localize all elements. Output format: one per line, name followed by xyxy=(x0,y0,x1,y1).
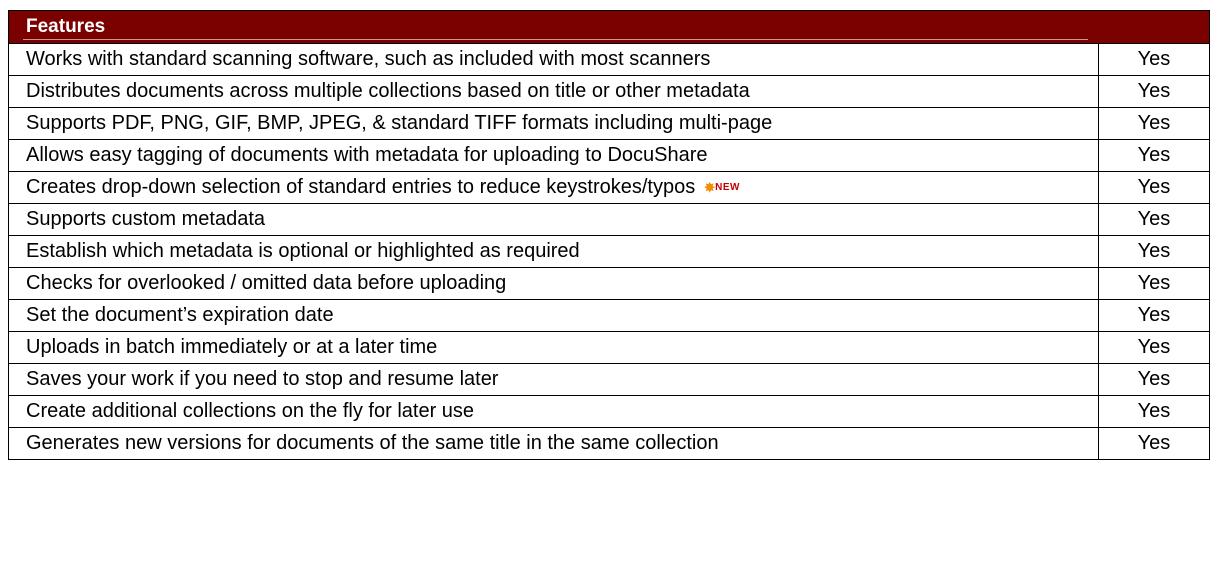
feature-cell: Set the document’s expiration date xyxy=(9,300,1099,331)
value-cell: Yes xyxy=(1137,176,1171,198)
table-row: Creates drop-down selection of standard … xyxy=(9,172,1209,204)
new-badge-label: NEW xyxy=(715,181,740,193)
feature-text: Distributes documents across multiple co… xyxy=(26,80,750,102)
table-row: Works with standard scanning software, s… xyxy=(9,44,1209,76)
table-row: Supports PDF, PNG, GIF, BMP, JPEG, & sta… xyxy=(9,108,1209,140)
new-badge: ✸ NEW xyxy=(704,179,740,195)
value-cell: Yes xyxy=(1137,336,1171,358)
feature-text: Supports PDF, PNG, GIF, BMP, JPEG, & sta… xyxy=(26,112,773,134)
table-row: Establish which metadata is optional or … xyxy=(9,236,1209,268)
value-cell: Yes xyxy=(1137,432,1171,454)
value-cell: Yes xyxy=(1137,400,1171,422)
feature-cell: Distributes documents across multiple co… xyxy=(9,76,1099,107)
feature-text: Creates drop-down selection of standard … xyxy=(26,176,696,198)
header-title: Features xyxy=(26,16,106,37)
feature-cell: Uploads in batch immediately or at a lat… xyxy=(9,332,1099,363)
header-divider xyxy=(23,39,1088,40)
starburst-icon: ✸ xyxy=(704,179,716,195)
feature-text: Supports custom metadata xyxy=(26,208,266,230)
value-cell: Yes xyxy=(1137,240,1171,262)
table-row: Allows easy tagging of documents with me… xyxy=(9,140,1209,172)
table-row: Generates new versions for documents of … xyxy=(9,428,1209,459)
value-cell: Yes xyxy=(1137,272,1171,294)
feature-text: Checks for overlooked / omitted data bef… xyxy=(26,272,507,294)
features-table: Features Works with standard scanning so… xyxy=(8,10,1210,460)
feature-cell: Supports custom metadata xyxy=(9,204,1099,235)
value-cell: Yes xyxy=(1137,48,1171,70)
value-cell: Yes xyxy=(1137,112,1171,134)
table-header: Features xyxy=(9,11,1209,44)
feature-cell: Create additional collections on the fly… xyxy=(9,396,1099,427)
feature-cell: Allows easy tagging of documents with me… xyxy=(9,140,1099,171)
table-row: Supports custom metadata Yes xyxy=(9,204,1209,236)
feature-cell: Supports PDF, PNG, GIF, BMP, JPEG, & sta… xyxy=(9,108,1099,139)
value-cell: Yes xyxy=(1137,304,1171,326)
feature-cell: Checks for overlooked / omitted data bef… xyxy=(9,268,1099,299)
table-row: Set the document’s expiration date Yes xyxy=(9,300,1209,332)
feature-text: Allows easy tagging of documents with me… xyxy=(26,144,708,166)
feature-cell: Saves your work if you need to stop and … xyxy=(9,364,1099,395)
value-cell: Yes xyxy=(1137,208,1171,230)
table-row: Uploads in batch immediately or at a lat… xyxy=(9,332,1209,364)
feature-text: Create additional collections on the fly… xyxy=(26,400,475,422)
feature-cell: Works with standard scanning software, s… xyxy=(9,44,1099,75)
feature-cell: Establish which metadata is optional or … xyxy=(9,236,1099,267)
feature-text: Saves your work if you need to stop and … xyxy=(26,368,499,390)
feature-text: Generates new versions for documents of … xyxy=(26,432,719,454)
feature-cell: Creates drop-down selection of standard … xyxy=(9,172,1099,203)
value-cell: Yes xyxy=(1137,368,1171,390)
feature-text: Works with standard scanning software, s… xyxy=(26,48,711,70)
feature-cell: Generates new versions for documents of … xyxy=(9,428,1099,459)
feature-text: Establish which metadata is optional or … xyxy=(26,240,580,262)
feature-text: Uploads in batch immediately or at a lat… xyxy=(26,336,438,358)
table-row: Create additional collections on the fly… xyxy=(9,396,1209,428)
value-cell: Yes xyxy=(1137,80,1171,102)
table-row: Saves your work if you need to stop and … xyxy=(9,364,1209,396)
table-row: Checks for overlooked / omitted data bef… xyxy=(9,268,1209,300)
feature-text: Set the document’s expiration date xyxy=(26,304,334,326)
table-row: Distributes documents across multiple co… xyxy=(9,76,1209,108)
value-cell: Yes xyxy=(1137,144,1171,166)
